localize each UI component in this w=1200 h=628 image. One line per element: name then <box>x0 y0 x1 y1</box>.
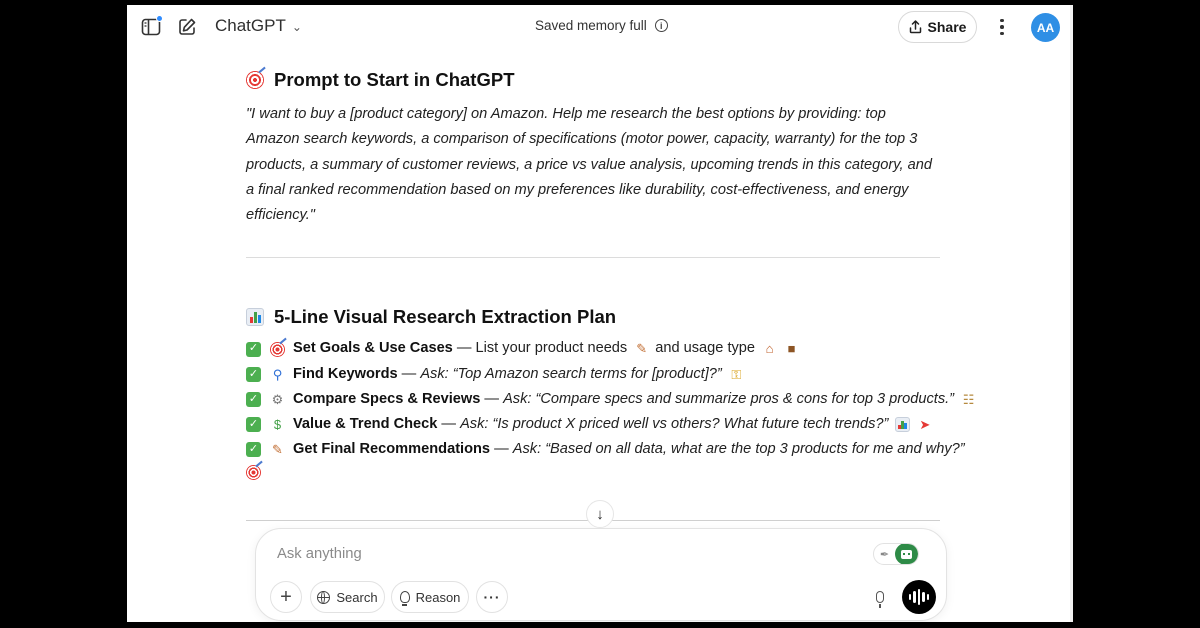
reason-label: Reason <box>415 589 461 605</box>
checkbox-icon: ✓ <box>246 417 261 433</box>
item-separator: — <box>452 340 476 357</box>
item-text: List your product needs <box>475 340 628 357</box>
dictate-button[interactable] <box>865 581 895 613</box>
scroll-to-bottom-button[interactable]: ↓ <box>586 500 614 528</box>
house-icon: ⌂ <box>765 341 774 357</box>
message-input[interactable] <box>277 543 837 565</box>
info-icon[interactable]: i <box>654 19 668 32</box>
item-text: Ask: “Based on all data, what are the to… <box>512 441 965 458</box>
sidebar-toggle-button[interactable] <box>138 14 164 40</box>
prompt-text: "I want to buy a [product category] on A… <box>246 106 932 224</box>
model-selector[interactable]: ChatGPT ⌄ <box>215 16 302 36</box>
checkbox-icon: ✓ <box>246 391 261 407</box>
item-text: Ask: “Top Amazon search terms for [produ… <box>420 365 722 382</box>
memory-status-text: Saved memory full <box>535 18 647 33</box>
checkbox-icon: ✓ <box>246 442 261 458</box>
item-separator: — <box>490 441 513 458</box>
checkbox-icon: ✓ <box>246 366 261 382</box>
more-options-button[interactable] <box>989 14 1015 40</box>
user-avatar[interactable]: AA <box>1031 13 1060 42</box>
dot-icon <box>1000 31 1004 36</box>
item-title: Compare Specs & Reviews <box>293 390 481 407</box>
list-item: ✓ ✎ Get Final Recommendations — Ask: “Ba… <box>246 437 965 462</box>
item-title: Set Goals & Use Cases <box>293 340 453 357</box>
item-title: Find Keywords <box>293 365 398 382</box>
share-icon <box>909 20 921 34</box>
dot-icon <box>1000 18 1004 23</box>
chevron-down-icon: ⌄ <box>291 20 302 34</box>
item-title: Value & Trend Check <box>293 416 438 433</box>
compose-icon <box>179 18 196 35</box>
share-button[interactable]: Share <box>898 11 977 43</box>
item-separator: — <box>397 365 421 382</box>
bar-chart-icon <box>895 417 911 433</box>
top-bar: ChatGPT ⌄ Saved memory full i Share AA <box>127 5 1073 51</box>
item-text: Ask: “Compare specs and summarize pros &… <box>503 390 955 407</box>
prompt-heading: Prompt to Start in ChatGPT <box>246 69 941 91</box>
bot-icon <box>895 544 918 564</box>
item-title: Get Final Recommendations <box>293 441 491 458</box>
prompt-heading-text: Prompt to Start in ChatGPT <box>274 69 515 90</box>
divider <box>246 257 940 259</box>
dot-icon <box>1000 25 1004 29</box>
memo-icon: ✎ <box>272 442 283 458</box>
share-label: Share <box>927 19 967 35</box>
checkbox-icon: ✓ <box>246 341 261 357</box>
gear-icon: ⚙ <box>271 391 284 407</box>
reason-button[interactable]: Reason <box>391 581 469 613</box>
money-icon: $ <box>273 417 282 433</box>
ellipsis-icon: ··· <box>483 589 501 605</box>
briefcase-icon: ■ <box>787 341 796 357</box>
waveform-icon <box>908 594 912 600</box>
extension-toggle[interactable]: ✒ <box>873 543 919 565</box>
model-label: ChatGPT <box>215 16 286 35</box>
feather-icon: ✒ <box>879 548 890 561</box>
search-button[interactable]: Search <box>310 581 385 613</box>
bar-chart-icon <box>246 308 264 327</box>
memory-status[interactable]: Saved memory full i <box>535 18 668 33</box>
magnifier-icon: ⚲ <box>272 366 283 382</box>
target-icon <box>270 341 285 357</box>
target-icon <box>246 464 261 480</box>
attach-button[interactable]: + <box>270 581 302 613</box>
microphone-icon <box>876 591 884 608</box>
scrollbar-track[interactable] <box>1070 5 1073 622</box>
list-item: ✓ $ Value & Trend Check — Ask: “Is produ… <box>246 412 941 437</box>
search-label: Search <box>336 589 378 605</box>
more-tools-button[interactable]: ··· <box>476 581 508 613</box>
target-icon <box>246 71 264 89</box>
item-text: Ask: “Is product X priced well vs others… <box>460 416 889 433</box>
chat-window: ChatGPT ⌄ Saved memory full i Share AA P… <box>127 5 1073 622</box>
item-separator: — <box>437 416 461 433</box>
item-suffix: and usage type <box>655 340 756 357</box>
assistant-message: Prompt to Start in ChatGPT "I want to bu… <box>246 51 974 480</box>
rocket-icon: ➤ <box>919 417 931 433</box>
new-chat-button[interactable] <box>174 14 200 40</box>
notification-dot <box>156 15 163 22</box>
plan-heading-text: 5-Line Visual Research Extraction Plan <box>274 306 617 328</box>
item-separator: — <box>480 390 504 407</box>
plan-heading: 5-Line Visual Research Extraction Plan <box>246 306 941 328</box>
globe-icon <box>317 590 331 604</box>
key-icon: ⚿ <box>731 366 742 382</box>
clipboard-icon: ☷ <box>962 391 975 407</box>
plan-list: ✓ Set Goals & Use Cases — List your prod… <box>246 336 974 480</box>
list-item: ✓ ⚙ Compare Specs & Reviews — Ask: “Comp… <box>246 387 974 412</box>
arrow-down-icon: ↓ <box>596 505 604 523</box>
lightbulb-icon <box>399 591 410 606</box>
list-item: ✓ ⚲ Find Keywords — Ask: “Top Amazon sea… <box>246 362 941 387</box>
voice-mode-button[interactable] <box>902 580 936 614</box>
memo-icon: ✎ <box>636 341 648 357</box>
plus-icon: + <box>280 585 292 608</box>
message-composer: ✒ + Search Reason ··· <box>255 528 947 621</box>
avatar-initials: AA <box>1036 20 1055 35</box>
list-item-continuation <box>246 464 941 480</box>
list-item: ✓ Set Goals & Use Cases — List your prod… <box>246 336 941 361</box>
